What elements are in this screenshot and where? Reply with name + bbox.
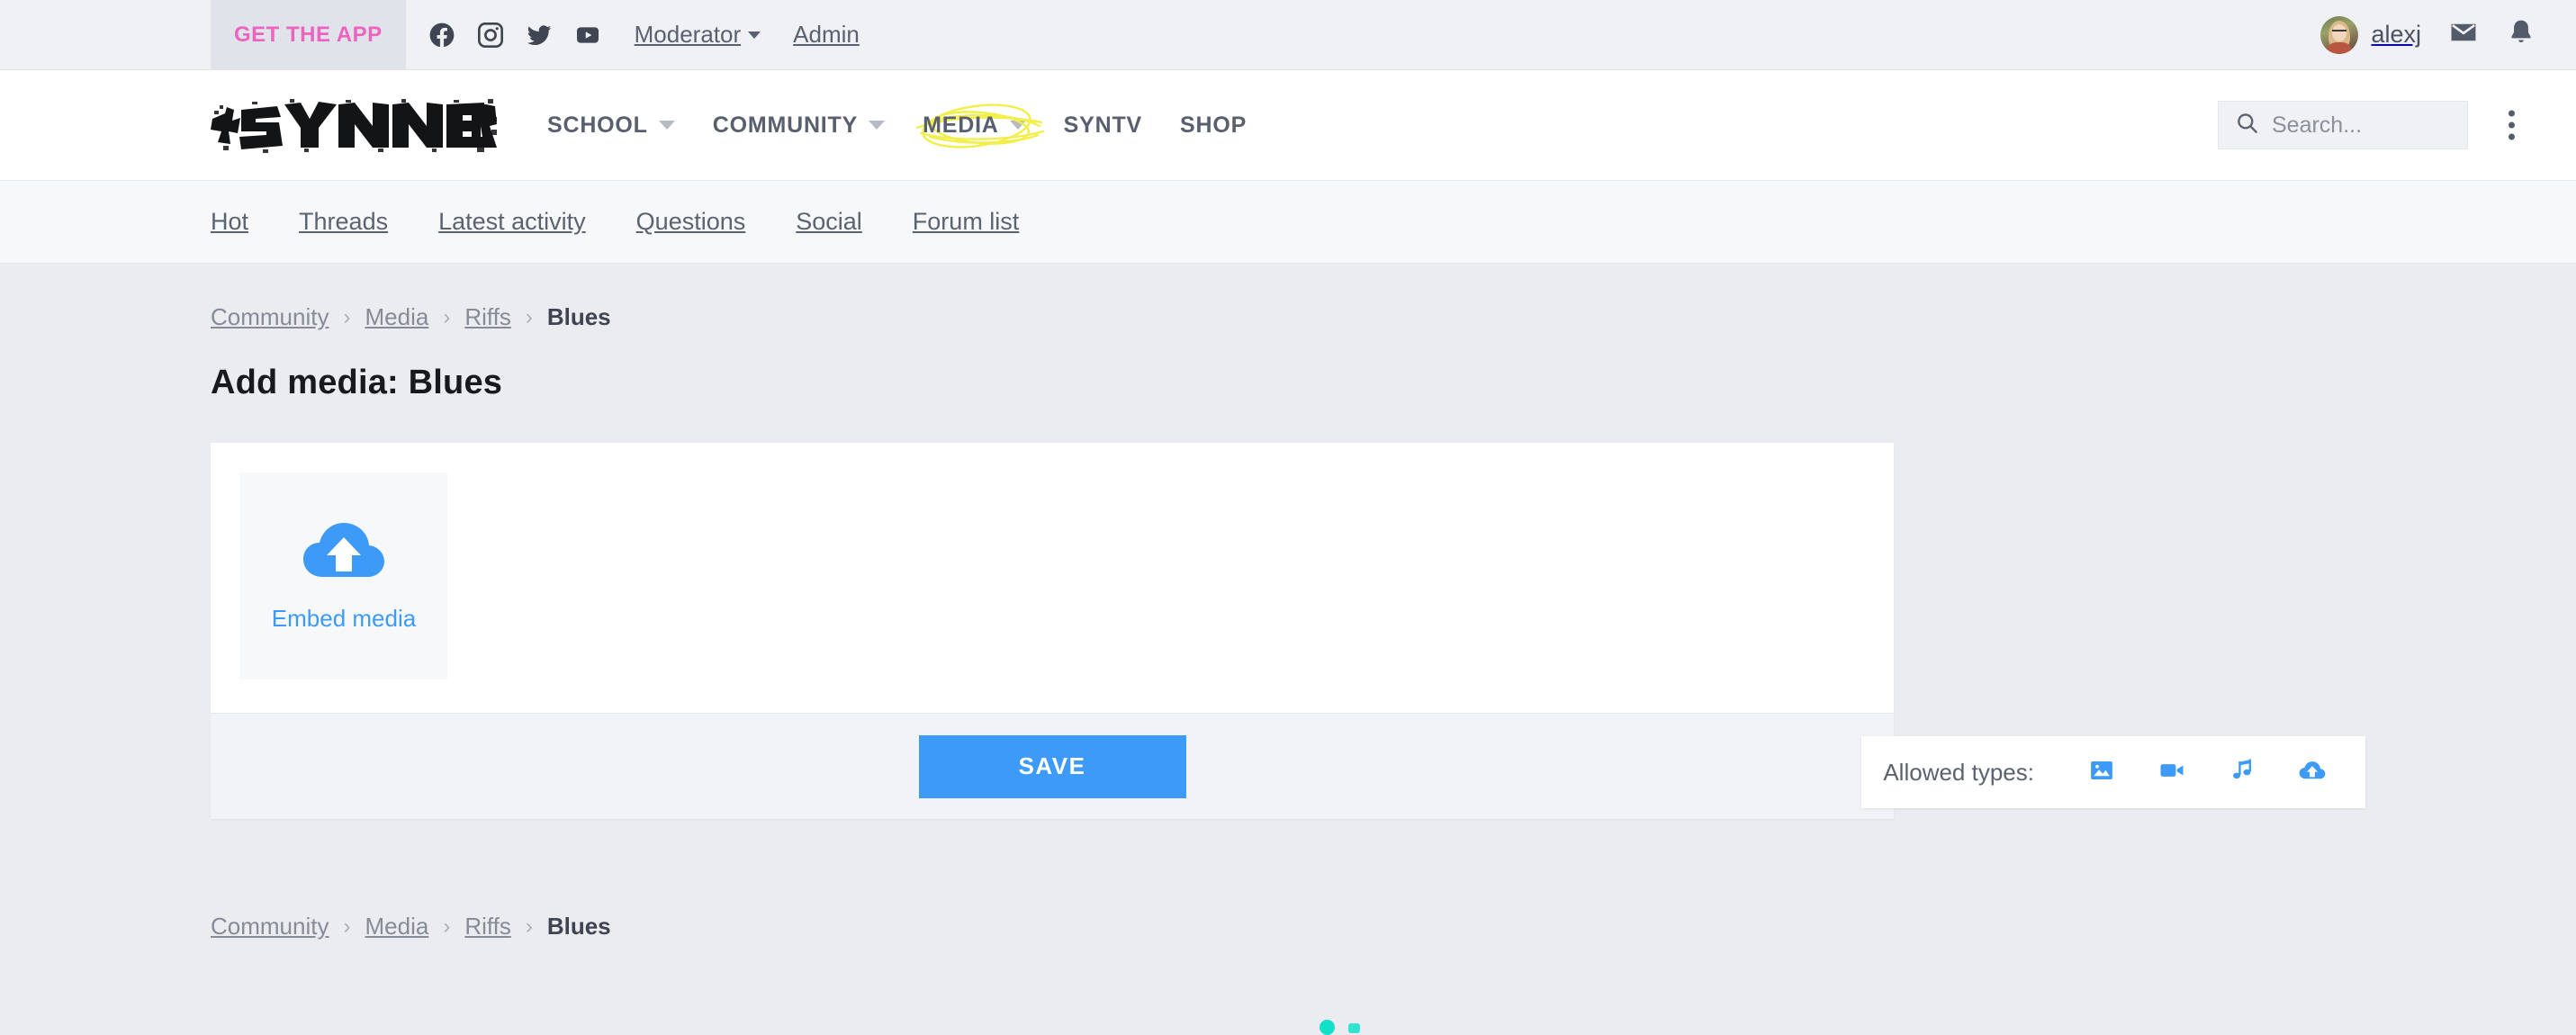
page-title: Add media: Blues: [211, 364, 2365, 402]
breadcrumb-separator: ›: [526, 914, 533, 940]
video-camera-icon: [2158, 757, 2185, 788]
add-media-card: Embed media SAVE: [211, 443, 1894, 819]
topbar-link-moderator[interactable]: Moderator: [635, 21, 761, 49]
breadcrumb-separator: ›: [443, 305, 450, 330]
breadcrumb-bottom-item-riffs[interactable]: Riffs: [464, 913, 511, 940]
embed-media-button[interactable]: Embed media: [240, 472, 447, 680]
nav-item-community-label: COMMUNITY: [713, 112, 858, 139]
chevron-down-icon: [659, 121, 675, 130]
allowed-types-label: Allowed types:: [1883, 759, 2034, 787]
breadcrumb-item-riffs[interactable]: Riffs: [464, 303, 511, 331]
chevron-down-icon: [748, 32, 761, 39]
breadcrumb-separator: ›: [526, 305, 533, 330]
nav-item-shop-label: SHOP: [1180, 112, 1247, 139]
breadcrumb: Community › Media › Riffs › Blues: [211, 264, 2365, 331]
image-icon: [2088, 757, 2115, 788]
save-button[interactable]: SAVE: [919, 735, 1186, 798]
nav-item-media[interactable]: MEDIA: [923, 112, 1026, 139]
bell-icon[interactable]: [2506, 17, 2536, 52]
cloud-upload-icon: [2299, 759, 2326, 787]
chevron-down-icon: [869, 121, 885, 130]
breadcrumb-separator: ›: [443, 914, 450, 940]
subnav-item-latest-activity[interactable]: Latest activity: [438, 208, 586, 236]
search-container: [2218, 101, 2468, 149]
chat-badge: [1348, 1023, 1360, 1033]
breadcrumb-separator: ›: [343, 914, 350, 940]
chevron-down-icon: [1010, 121, 1026, 130]
twitter-icon[interactable]: [525, 21, 554, 50]
add-media-card-footer: SAVE: [211, 713, 1894, 819]
page-content: Community › Media › Riffs › Blues Add me…: [0, 264, 2576, 940]
breadcrumb-bottom-item-media[interactable]: Media: [365, 913, 428, 940]
nav-item-school-label: SCHOOL: [547, 112, 648, 139]
search-input[interactable]: [2272, 112, 2451, 139]
username-label: alexj: [2371, 21, 2421, 49]
allowed-types-icon-group: [2088, 757, 2326, 788]
instagram-icon[interactable]: [476, 21, 505, 50]
youtube-icon[interactable]: [573, 21, 602, 50]
music-note-icon: [2229, 757, 2256, 788]
main-header: SCHOOL COMMUNITY MEDIA SYNTV: [0, 70, 2576, 181]
primary-navigation: SCHOOL COMMUNITY MEDIA SYNTV: [547, 112, 1284, 139]
breadcrumb-separator: ›: [343, 305, 350, 330]
subnav-item-social[interactable]: Social: [796, 208, 862, 236]
subnav-item-questions[interactable]: Questions: [636, 208, 746, 236]
topbar-link-moderator-label: Moderator: [635, 21, 742, 49]
secondary-navigation: Hot Threads Latest activity Questions So…: [0, 181, 2576, 264]
get-the-app-button[interactable]: GET THE APP: [211, 0, 406, 69]
subnav-item-threads[interactable]: Threads: [299, 208, 388, 236]
nav-item-community[interactable]: COMMUNITY: [713, 112, 885, 139]
embed-media-label: Embed media: [272, 605, 416, 633]
nav-item-media-label: MEDIA: [923, 112, 999, 139]
search-icon: [2235, 111, 2259, 140]
facebook-icon[interactable]: [428, 21, 456, 50]
account-menu[interactable]: alexj: [2320, 16, 2421, 54]
breadcrumb-item-blues: Blues: [547, 303, 611, 331]
site-logo[interactable]: [211, 97, 497, 153]
top-utility-bar: GET THE APP Moderator Admin: [0, 0, 2576, 70]
breadcrumb-bottom: Community › Media › Riffs › Blues: [211, 873, 2365, 940]
breadcrumb-item-community[interactable]: Community: [211, 303, 329, 331]
get-the-app-label: GET THE APP: [234, 22, 383, 48]
allowed-types-panel: Allowed types:: [1861, 736, 2365, 808]
mail-icon[interactable]: [2448, 17, 2479, 52]
nav-item-school[interactable]: SCHOOL: [547, 112, 675, 139]
more-vertical-icon[interactable]: [2503, 105, 2520, 146]
nav-item-syntv-label: SYNTV: [1064, 112, 1142, 139]
avatar: [2320, 16, 2358, 54]
search-box[interactable]: [2218, 101, 2468, 149]
topbar-link-admin[interactable]: Admin: [793, 21, 860, 49]
cloud-upload-icon: [302, 519, 386, 587]
breadcrumb-item-media[interactable]: Media: [365, 303, 428, 331]
subnav-item-hot[interactable]: Hot: [211, 208, 248, 236]
nav-item-syntv[interactable]: SYNTV: [1064, 112, 1142, 139]
floating-chat-widget[interactable]: [1320, 1008, 1361, 1028]
topbar-link-admin-label: Admin: [793, 21, 860, 49]
subnav-item-forum-list[interactable]: Forum list: [913, 208, 1020, 236]
breadcrumb-bottom-item-community[interactable]: Community: [211, 913, 329, 940]
breadcrumb-bottom-item-blues: Blues: [547, 913, 611, 940]
topbar-left-group: GET THE APP Moderator Admin: [211, 0, 860, 69]
nav-item-shop[interactable]: SHOP: [1180, 112, 1247, 139]
add-media-card-body: Embed media: [211, 443, 1894, 713]
social-icon-group: [428, 21, 602, 50]
topbar-right-group: alexj: [2320, 0, 2536, 69]
